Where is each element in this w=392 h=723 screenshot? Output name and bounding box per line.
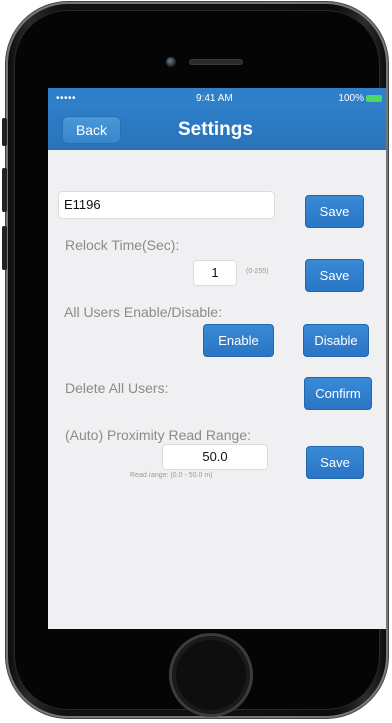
disable-users-button[interactable]: Disable [303, 324, 369, 357]
save-relock-button[interactable]: Save [305, 259, 364, 292]
confirm-delete-button[interactable]: Confirm [304, 377, 372, 410]
volume-up-button [2, 168, 7, 212]
delete-users-label: Delete All Users: [65, 380, 169, 396]
enable-users-button[interactable]: Enable [203, 324, 274, 357]
proximity-range-label: (Auto) Proximity Read Range: [65, 427, 251, 443]
back-button[interactable]: Back [62, 116, 121, 144]
speaker-grille [189, 59, 243, 65]
battery-percent: 100% [338, 93, 364, 104]
proximity-range-hint: Read range: (0.0 - 50.0 m) [130, 472, 213, 479]
navigation-bar: Back Settings [48, 110, 386, 150]
users-toggle-label: All Users Enable/Disable: [64, 304, 222, 320]
home-button[interactable] [172, 636, 250, 714]
page-title: Settings [178, 119, 253, 140]
relock-range-hint: (0-255) [246, 268, 269, 275]
volume-down-button [2, 226, 7, 270]
relock-time-field[interactable]: 1 [193, 260, 237, 286]
mute-switch [2, 118, 7, 146]
status-bar: ••••• 9:41 AM 100% [48, 88, 386, 110]
relock-time-label: Relock Time(Sec): [65, 237, 180, 253]
status-time: 9:41 AM [196, 93, 233, 104]
device-name-field[interactable]: E1196 [58, 191, 275, 219]
save-device-name-button[interactable]: Save [305, 195, 364, 228]
signal-indicator: ••••• [56, 93, 77, 104]
save-proximity-button[interactable]: Save [306, 446, 364, 479]
camera-icon [166, 57, 176, 67]
battery-icon [366, 95, 382, 102]
proximity-range-field[interactable]: 50.0 [162, 444, 268, 470]
app-screen: ••••• 9:41 AM 100% Back Settings E1196 S… [48, 88, 386, 629]
